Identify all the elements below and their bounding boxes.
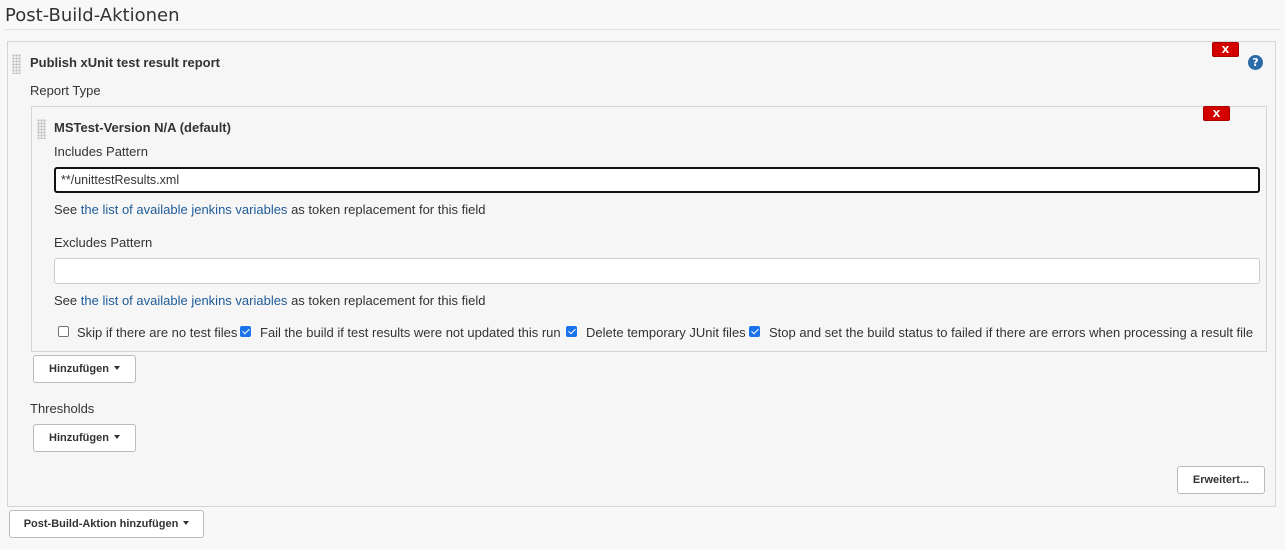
fail-not-updated-checkbox[interactable] [240,326,251,337]
add-report-type-label: Hinzufügen [49,363,109,375]
skip-no-test-files-label: Skip if there are no test files [77,325,238,340]
delete-report-type-button[interactable]: X [1203,106,1230,121]
section-divider [5,29,1280,30]
excludes-hint: See the list of available jenkins variab… [54,293,485,308]
add-report-type-button[interactable]: Hinzufügen [33,355,136,383]
help-icon[interactable]: ? [1248,55,1263,70]
add-post-build-action-button[interactable]: Post-Build-Aktion hinzufügen [9,510,204,538]
fail-not-updated-label: Fail the build if test results were not … [260,325,561,340]
caret-down-icon [113,435,120,440]
hint-prefix: See [54,202,78,217]
stop-on-errors-checkbox[interactable] [749,326,760,337]
skip-no-test-files-checkbox[interactable] [58,326,69,337]
caret-down-icon [113,366,120,371]
drag-handle-icon[interactable] [37,119,46,139]
hint-prefix: See [54,293,78,308]
advanced-button[interactable]: Erweitert... [1177,466,1265,494]
thresholds-label: Thresholds [30,401,95,416]
add-threshold-label: Hinzufügen [49,432,109,444]
report-type-panel [31,106,1267,352]
jenkins-variables-link[interactable]: the list of available jenkins variables [81,202,288,217]
add-threshold-button[interactable]: Hinzufügen [33,424,136,452]
excludes-pattern-input[interactable] [54,258,1260,284]
delete-temp-junit-label: Delete temporary JUnit files [586,325,746,340]
publisher-title: Publish xUnit test result report [30,55,220,70]
stop-on-errors-label: Stop and set the build status to failed … [769,325,1254,340]
report-type-title: MSTest-Version N/A (default) [54,120,231,135]
delete-temp-junit-checkbox[interactable] [566,326,577,337]
section-title: Post-Build-Aktionen [5,5,180,26]
add-post-build-action-label: Post-Build-Aktion hinzufügen [23,518,179,530]
delete-publisher-button[interactable]: X [1212,42,1239,57]
report-type-label: Report Type [30,83,101,98]
jenkins-variables-link[interactable]: the list of available jenkins variables [81,293,288,308]
includes-pattern-label: Includes Pattern [54,144,148,159]
excludes-pattern-label: Excludes Pattern [54,235,153,250]
hint-suffix: as token replacement for this field [291,293,486,308]
includes-pattern-input[interactable]: **/unittestResults.xml [54,167,1260,193]
caret-down-icon [183,521,190,526]
hint-suffix: as token replacement for this field [291,202,486,217]
drag-handle-icon[interactable] [12,54,21,74]
includes-hint: See the list of available jenkins variab… [54,202,485,217]
